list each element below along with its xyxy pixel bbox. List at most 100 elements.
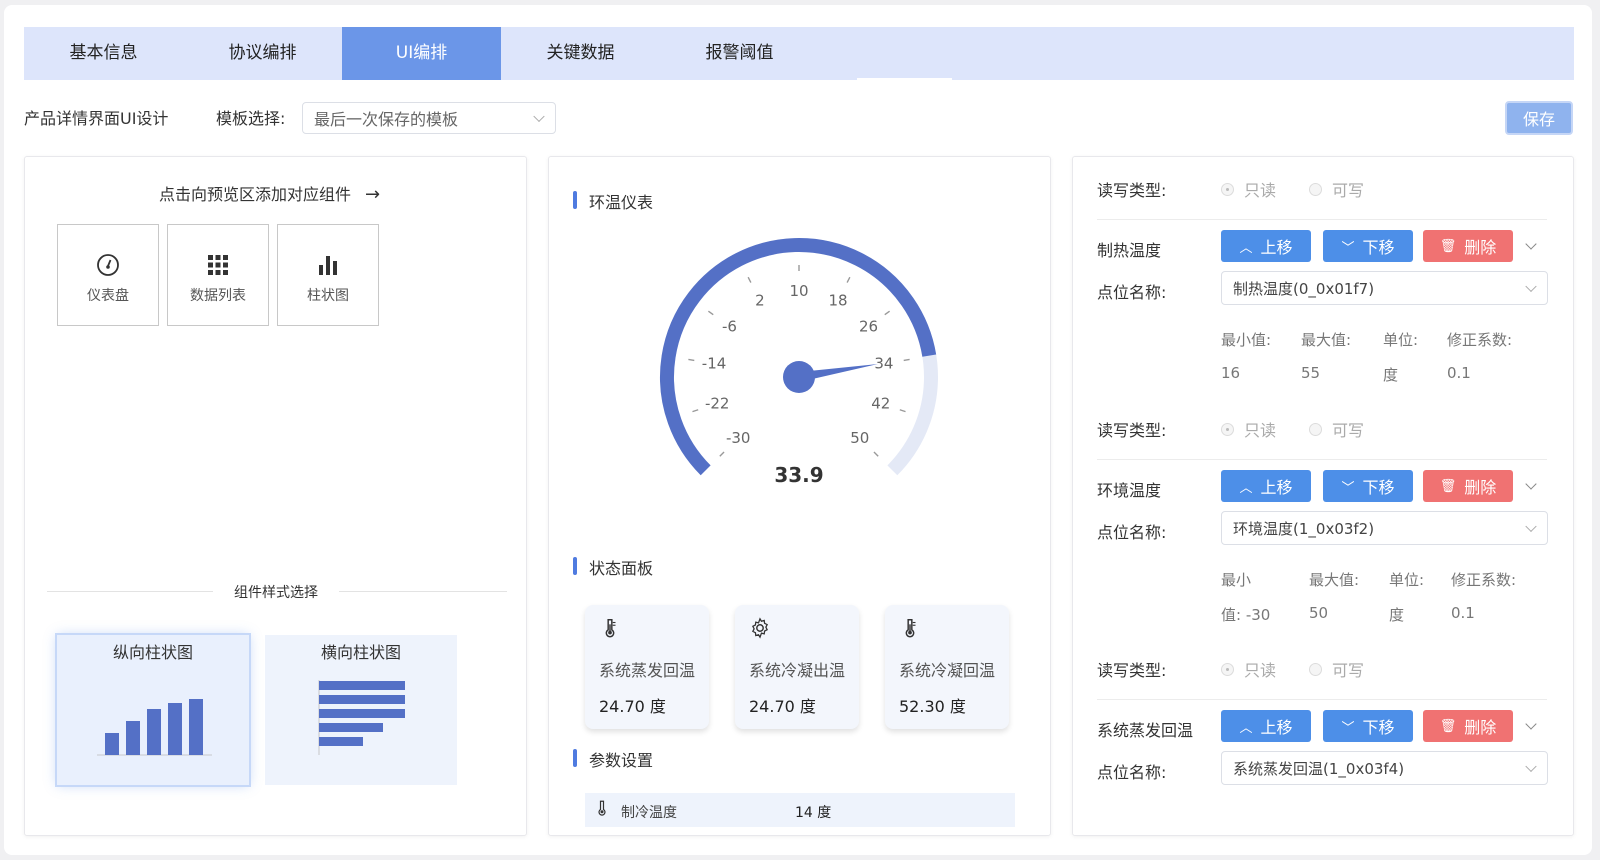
coef-value: 0.1 (1451, 604, 1475, 622)
tab-protocol[interactable]: 协议编排 (183, 27, 342, 80)
rw-type-label: 读写类型: (1097, 181, 1167, 200)
component-data-list[interactable]: 数据列表 (167, 224, 269, 326)
btn-label: 下移 (1362, 238, 1395, 257)
chevron-down-icon[interactable] (1525, 238, 1537, 250)
preview-panel: 环温仪表 -30 -22 -14 -6 2 10 18 26 34 42 50 33.9 状态面板 系… (548, 156, 1051, 836)
radio-label: 可写 (1332, 421, 1365, 440)
gear-icon (751, 617, 769, 639)
delete-button[interactable]: 🗑 删除 (1423, 470, 1513, 502)
style-label: 横向柱状图 (320, 643, 401, 662)
gauge-tick-label: 18 (828, 291, 847, 309)
style-horizontal-bar[interactable]: 横向柱状图 (265, 635, 457, 785)
point-value: 制热温度(0_0x01f7) (1233, 279, 1375, 298)
component-gauge[interactable]: 仪表盘 (57, 224, 159, 326)
param-value: 14 度 (795, 805, 832, 821)
gauge-tick-label: 42 (871, 395, 890, 413)
move-down-button[interactable]: ﹀ 下移 (1323, 710, 1413, 742)
chevron-down-icon[interactable] (1525, 478, 1537, 490)
radio-writable[interactable]: 可写 (1309, 177, 1364, 201)
chevron-down-icon (533, 110, 545, 123)
gauge-tick (692, 409, 699, 413)
style-vertical-bar[interactable]: 纵向柱状图 (57, 635, 249, 785)
template-select-value: 最后一次保存的模板 (314, 110, 459, 129)
component-bar-chart[interactable]: 柱状图 (277, 224, 379, 326)
radio-readonly[interactable]: 只读 (1221, 177, 1276, 201)
radio-writable[interactable]: 可写 (1309, 657, 1364, 681)
btn-label: 下移 (1362, 718, 1395, 737)
max-label: 最大值: (1309, 571, 1360, 589)
chevron-down-icon (1525, 280, 1537, 293)
param-section-title: 参数设置 (573, 747, 653, 771)
radio-readonly[interactable]: 只读 (1221, 657, 1276, 681)
separator (1097, 699, 1547, 700)
delete-button[interactable]: 🗑 删除 (1423, 230, 1513, 262)
chevron-up-icon: ︿ (1239, 480, 1253, 496)
move-up-button[interactable]: ︿ 上移 (1221, 470, 1311, 502)
rw-type-label: 读写类型: (1097, 421, 1167, 440)
gauge-tick (747, 276, 752, 283)
unit-label: 单位: (1389, 571, 1425, 589)
save-button[interactable]: 保存 (1505, 101, 1573, 135)
trash-icon: 🗑 (1439, 238, 1457, 254)
gauge-tick (884, 310, 891, 316)
style-section-title: 组件样式选择 (213, 582, 339, 602)
tab-bar: 基本信息 协议编排 UI编排 关键数据 报警阈值 (24, 27, 1574, 80)
gauge-tick (719, 451, 725, 457)
gauge-icon (97, 254, 119, 276)
delete-button[interactable]: 🗑 删除 (1423, 710, 1513, 742)
tab-ui-layout[interactable]: UI编排 (342, 27, 501, 80)
template-select[interactable]: 最后一次保存的模板 (302, 102, 556, 134)
point-select[interactable]: 环境温度(1_0x03f2) (1221, 511, 1548, 545)
component-label: 柱状图 (307, 288, 349, 304)
move-down-button[interactable]: ﹀ 下移 (1323, 230, 1413, 262)
btn-label: 下移 (1362, 478, 1395, 497)
status-card: 系统冷凝回温 52.30 度 (885, 605, 1009, 729)
separator (1097, 219, 1547, 220)
radio-label: 只读 (1244, 421, 1277, 440)
btn-label: 删除 (1464, 478, 1497, 497)
point-select[interactable]: 制热温度(0_0x01f7) (1221, 271, 1548, 305)
property-panel: 读写类型: 只读 可写 制热温度 ︿ 上移 ﹀ 下移 🗑 删除 点位名称: 制热温度(… (1072, 156, 1574, 836)
trash-icon: 🗑 (1439, 478, 1457, 494)
min-value: 16 (1221, 364, 1241, 382)
chevron-down-icon: ﹀ (1341, 720, 1355, 736)
move-down-button[interactable]: ﹀ 下移 (1323, 470, 1413, 502)
template-label: 模板选择: (216, 109, 286, 128)
chevron-down-icon (1525, 520, 1537, 533)
thermometer-icon (605, 619, 616, 638)
chevron-down-icon[interactable] (1525, 718, 1537, 730)
radio-dot (1309, 422, 1322, 436)
btn-label: 删除 (1464, 718, 1497, 737)
min-value: 值: -30 (1221, 606, 1271, 624)
component-label: 仪表盘 (87, 288, 129, 304)
bar-chart-icon (319, 256, 337, 275)
thermometer-icon (598, 800, 606, 816)
tab-basic-info[interactable]: 基本信息 (24, 27, 183, 80)
radio-writable[interactable]: 可写 (1309, 417, 1364, 441)
gauge-tick (899, 409, 906, 413)
status-card: 系统蒸发回温 24.70 度 (585, 605, 709, 729)
tab-key-data[interactable]: 关键数据 (501, 27, 660, 80)
move-up-button[interactable]: ︿ 上移 (1221, 230, 1311, 262)
gauge-chart: -30 -22 -14 -6 2 10 18 26 34 4250 33.9 (660, 238, 938, 487)
min-label: 最小 (1221, 571, 1252, 589)
max-label: 最大值: (1301, 331, 1352, 349)
tab-alarm-threshold[interactable]: 报警阈值 (660, 27, 819, 80)
status-card: 系统冷凝出温 24.70 度 (735, 605, 859, 729)
item-name: 环境温度 (1097, 481, 1162, 500)
tab-underline (857, 78, 952, 80)
radio-dot (1221, 422, 1234, 436)
point-select[interactable]: 系统蒸发回温(1_0x03f4) (1221, 751, 1548, 785)
radio-readonly[interactable]: 只读 (1221, 417, 1276, 441)
component-panel: 点击向预览区添加对应组件 → 仪表盘 数据列表 柱状图 组件样式选择 纵向柱状图 (24, 156, 527, 836)
move-up-button[interactable]: ︿ 上移 (1221, 710, 1311, 742)
point-value: 系统蒸发回温(1_0x03f4) (1233, 759, 1405, 778)
radio-label: 可写 (1332, 661, 1365, 680)
min-label: 最小值: (1221, 331, 1272, 349)
style-label: 纵向柱状图 (112, 643, 193, 662)
status-value: 52.30 度 (899, 697, 966, 716)
separator (1097, 459, 1547, 460)
add-hint-text: 点击向预览区添加对应组件 (159, 185, 352, 204)
point-value: 环境温度(1_0x03f2) (1233, 519, 1375, 538)
gauge-tick-label: -6 (722, 317, 737, 335)
